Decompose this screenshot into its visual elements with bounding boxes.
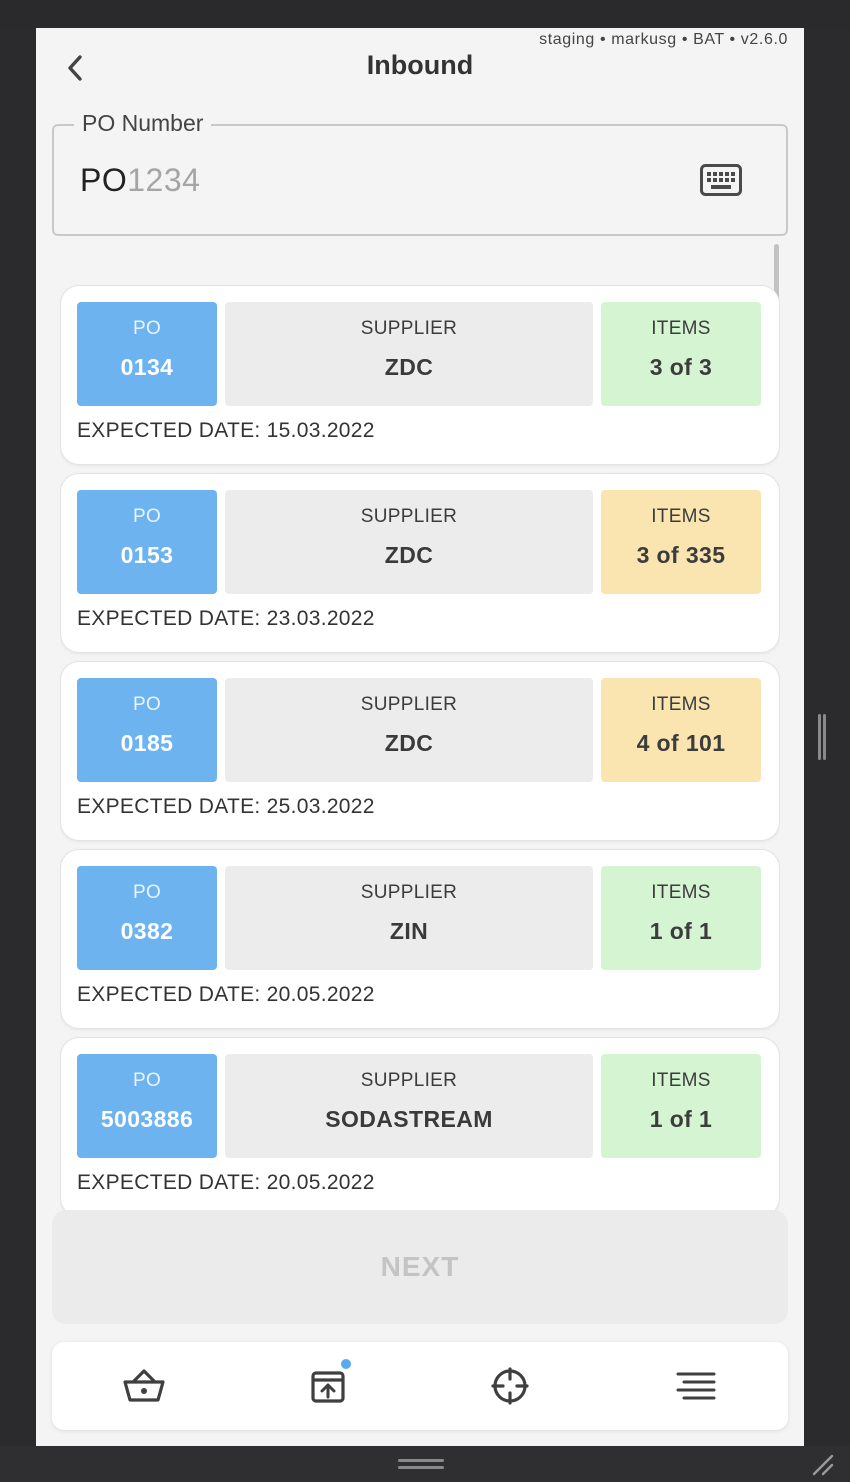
- items-value: 1 of 1: [649, 1106, 713, 1132]
- po-label: PO: [132, 694, 162, 715]
- items-tile: ITEMS 1 of 1: [601, 1054, 761, 1158]
- items-label: ITEMS: [651, 882, 711, 903]
- supplier-value: ZDC: [384, 354, 434, 380]
- resize-grip-icon[interactable]: [810, 1452, 836, 1478]
- nav-inbound[interactable]: [268, 1342, 388, 1430]
- supplier-label: SUPPLIER: [360, 506, 458, 527]
- po-card-0382[interactable]: PO 0382 SUPPLIER ZIN ITEMS 1 of 1 EXPECTED …: [61, 850, 779, 1028]
- environment-info: staging • markusg • BAT • v2.6.0: [539, 31, 788, 48]
- po-label: PO: [132, 1070, 162, 1091]
- page-title: Inbound: [366, 50, 474, 80]
- po-value: 5003886: [100, 1106, 194, 1132]
- po-number-input[interactable]: PO1234: [80, 162, 200, 199]
- items-tile: ITEMS 1 of 1: [601, 866, 761, 970]
- supplier-tile: SUPPLIER ZDC: [225, 678, 593, 782]
- keyboard-icon[interactable]: [700, 164, 742, 196]
- purchase-order-list: PO 0134 SUPPLIER ZDC ITEMS 3 of 3 EXPECTED …: [60, 284, 780, 1212]
- app-screen: staging • markusg • BAT • v2.6.0 Inbound…: [36, 28, 804, 1446]
- side-resize-handle[interactable]: [818, 714, 826, 760]
- supplier-tile: SUPPLIER ZDC: [225, 302, 593, 406]
- items-tile: ITEMS 4 of 101: [601, 678, 761, 782]
- po-card-0185[interactable]: PO 0185 SUPPLIER ZDC ITEMS 4 of 101 EXPECTE…: [61, 662, 779, 840]
- items-value: 4 of 101: [636, 730, 726, 756]
- po-placeholder: 1234: [127, 162, 201, 198]
- po-prefix: PO: [80, 162, 128, 198]
- nav-menu[interactable]: [636, 1342, 756, 1430]
- bottom-resize-handle[interactable]: [398, 1459, 444, 1471]
- po-value: 0382: [120, 918, 174, 944]
- po-tile: PO 0185: [77, 678, 217, 782]
- supplier-tile: SUPPLIER ZDC: [225, 490, 593, 594]
- supplier-value: ZDC: [384, 542, 434, 568]
- po-number-field[interactable]: PO Number PO1234: [52, 110, 788, 236]
- items-label: ITEMS: [651, 694, 711, 715]
- bottom-navigation: [52, 1342, 788, 1430]
- supplier-label: SUPPLIER: [360, 318, 458, 339]
- items-label: ITEMS: [651, 318, 711, 339]
- items-tile: ITEMS 3 of 3: [601, 302, 761, 406]
- items-value: 3 of 3: [649, 354, 713, 380]
- po-label: PO: [132, 318, 162, 339]
- items-tile: ITEMS 3 of 335: [601, 490, 761, 594]
- po-tile: PO 5003886: [77, 1054, 217, 1158]
- po-card-0153[interactable]: PO 0153 SUPPLIER ZDC ITEMS 3 of 335 EXPECTE…: [61, 474, 779, 652]
- inbound-icon: [311, 1371, 345, 1403]
- supplier-value: ZIN: [389, 918, 429, 944]
- po-label: PO: [132, 506, 162, 527]
- supplier-tile: SUPPLIER SODASTREAM: [225, 1054, 593, 1158]
- po-number-label: PO Number: [74, 110, 212, 137]
- menu-icon: [676, 1372, 716, 1400]
- expected-date: EXPECTED DATE: 25.03.2022: [77, 795, 375, 818]
- po-value: 0153: [120, 542, 174, 568]
- supplier-label: SUPPLIER: [360, 694, 458, 715]
- supplier-label: SUPPLIER: [360, 882, 458, 903]
- po-card-5003886[interactable]: PO 5003886 SUPPLIER SODASTREAM ITEMS 1 of 1…: [61, 1038, 779, 1212]
- supplier-tile: SUPPLIER ZIN: [225, 866, 593, 970]
- supplier-label: SUPPLIER: [360, 1070, 458, 1091]
- expected-date: EXPECTED DATE: 15.03.2022: [77, 419, 375, 442]
- po-card-0134[interactable]: PO 0134 SUPPLIER ZDC ITEMS 3 of 3 EXPECTED …: [61, 286, 779, 464]
- notification-badge: [339, 1357, 353, 1371]
- nav-locate[interactable]: [450, 1342, 570, 1430]
- supplier-value: SODASTREAM: [325, 1106, 493, 1132]
- po-tile: PO 0134: [77, 302, 217, 406]
- expected-date: EXPECTED DATE: 20.05.2022: [77, 983, 375, 1006]
- next-button[interactable]: NEXT: [52, 1210, 788, 1324]
- items-value: 1 of 1: [649, 918, 713, 944]
- po-value: 0134: [120, 354, 174, 380]
- expected-date: EXPECTED DATE: 23.03.2022: [77, 607, 375, 630]
- items-label: ITEMS: [651, 1070, 711, 1091]
- po-value: 0185: [120, 730, 174, 756]
- items-value: 3 of 335: [636, 542, 726, 568]
- window-top-bar: [0, 0, 850, 28]
- supplier-value: ZDC: [384, 730, 434, 756]
- items-label: ITEMS: [651, 506, 711, 527]
- basket-icon: [123, 1369, 165, 1402]
- crosshair-icon: [491, 1367, 529, 1405]
- po-label: PO: [132, 882, 162, 903]
- po-tile: PO 0153: [77, 490, 217, 594]
- nav-basket[interactable]: [84, 1342, 204, 1430]
- po-tile: PO 0382: [77, 866, 217, 970]
- expected-date: EXPECTED DATE: 20.05.2022: [77, 1171, 375, 1194]
